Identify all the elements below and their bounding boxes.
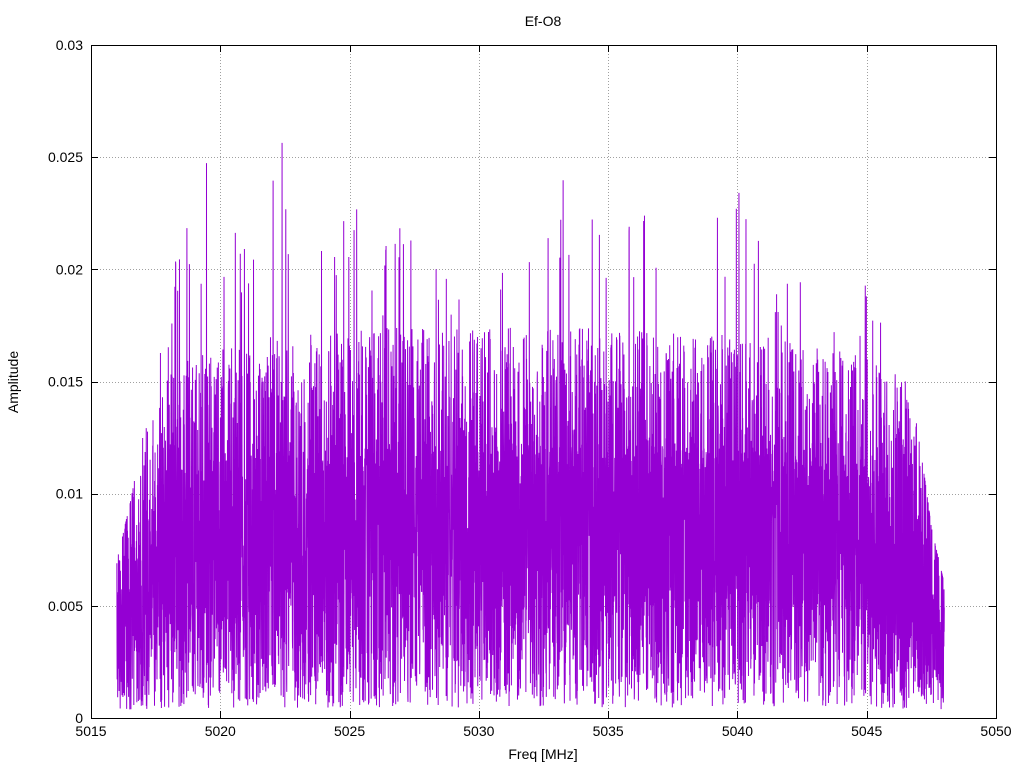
chart-title: Ef-O8 — [525, 13, 562, 29]
x-tick-label: 5045 — [851, 723, 882, 739]
amplitude-line — [116, 142, 945, 710]
y-tick-label: 0.02 — [56, 261, 83, 277]
x-tick-label: 5050 — [980, 723, 1011, 739]
x-tick-label: 5035 — [593, 723, 624, 739]
y-tick-label: 0.01 — [56, 486, 83, 502]
x-axis-label: Freq [MHz] — [508, 746, 577, 762]
series-amplitude — [116, 142, 945, 710]
y-tick-label: 0.03 — [56, 37, 83, 53]
y-tick-label: 0.025 — [48, 149, 83, 165]
x-tick-label: 5025 — [334, 723, 365, 739]
x-tick-label: 5020 — [205, 723, 236, 739]
y-tick-label: 0.005 — [48, 598, 83, 614]
x-tick-label: 5040 — [722, 723, 753, 739]
chart-figure: 5015 5020 5025 5030 5035 5040 5045 5050 0 0.005 0.… — [0, 0, 1024, 768]
x-tick-label: 5030 — [463, 723, 494, 739]
y-tick-label: 0 — [75, 710, 83, 726]
y-axis-label: Amplitude — [5, 351, 21, 413]
y-tick-label: 0.015 — [48, 374, 83, 390]
amplitude-chart: 5015 5020 5025 5030 5035 5040 5045 505000.0050.… — [5, 13, 1012, 762]
